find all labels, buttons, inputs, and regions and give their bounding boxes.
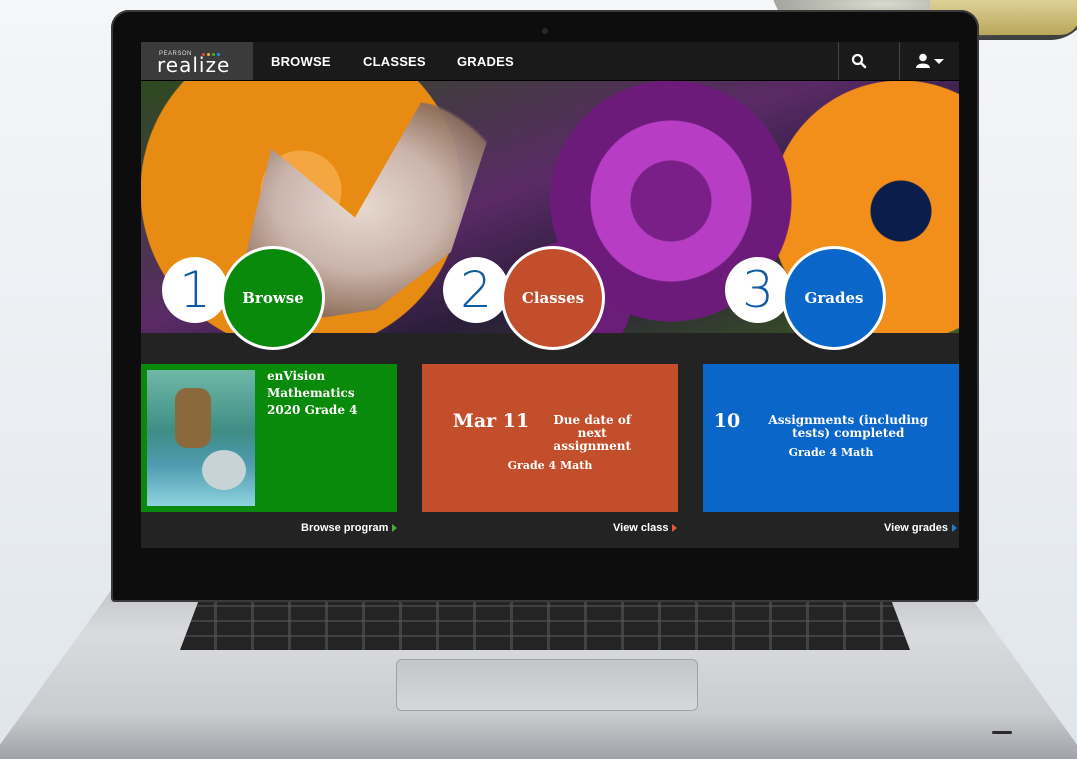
grades-summary-card[interactable]: 10 Assignments (including tests) complet… (703, 364, 959, 512)
classes-circle-button[interactable]: Classes (501, 246, 605, 350)
step-number-1: 1 (162, 257, 228, 323)
assignment-summary: Mar 11 Due date of next assignment Grade… (422, 410, 678, 472)
step-number-3: 3 (725, 257, 791, 323)
nav-browse-link[interactable]: BROWSE (271, 54, 331, 69)
realize-logo[interactable]: PEARSON realize (141, 42, 253, 80)
view-grades-link-label: View grades (884, 522, 948, 534)
class-name: Grade 4 Math (507, 459, 593, 472)
grades-class-name: Grade 4 Math (788, 446, 874, 459)
program-title: enVision Mathematics 2020 Grade 4 (267, 369, 358, 417)
view-grades-link[interactable]: View grades (884, 522, 957, 534)
nav-grades-link[interactable]: GRADES (457, 54, 514, 69)
nav-classes-link[interactable]: CLASSES (363, 54, 426, 69)
search-icon (851, 53, 867, 69)
user-menu-button[interactable] (899, 42, 959, 80)
view-class-link-label: View class (613, 522, 669, 534)
grades-circle-button[interactable]: Grades (782, 246, 886, 350)
logo-dots-icon (202, 53, 220, 56)
user-menu-icon (916, 53, 944, 68)
completed-label: Assignments (including tests) completed (768, 413, 929, 440)
webcam-icon (542, 28, 548, 34)
browse-program-link-label: Browse program (301, 522, 389, 534)
laptop-indicator-light (992, 731, 1012, 734)
program-cover-image (147, 370, 255, 506)
browse-program-card[interactable]: enVision Mathematics 2020 Grade 4 (141, 364, 397, 512)
due-date-value: Mar 11 (452, 410, 530, 432)
browse-circle-button[interactable]: Browse (221, 246, 325, 350)
top-navbar: PEARSON realize BROWSE CLASSES GRADES (141, 42, 959, 81)
next-assignment-card[interactable]: Mar 11 Due date of next assignment Grade… (422, 364, 678, 512)
grades-summary: 10 Assignments (including tests) complet… (703, 410, 959, 459)
completed-count: 10 (713, 410, 741, 432)
step-number-2: 2 (443, 257, 509, 323)
arrow-right-icon (672, 524, 678, 532)
search-button[interactable] (838, 42, 879, 80)
laptop-trackpad (396, 659, 698, 711)
view-class-link[interactable]: View class (613, 522, 678, 534)
browse-program-link[interactable]: Browse program (301, 522, 398, 534)
app-screen: PEARSON realize BROWSE CLASSES GRADES 1 … (141, 42, 959, 548)
arrow-right-icon (952, 524, 957, 532)
due-date-label: Due date of next assignment (553, 413, 632, 453)
arrow-right-icon (392, 524, 398, 532)
logo-product: realize (157, 53, 231, 77)
